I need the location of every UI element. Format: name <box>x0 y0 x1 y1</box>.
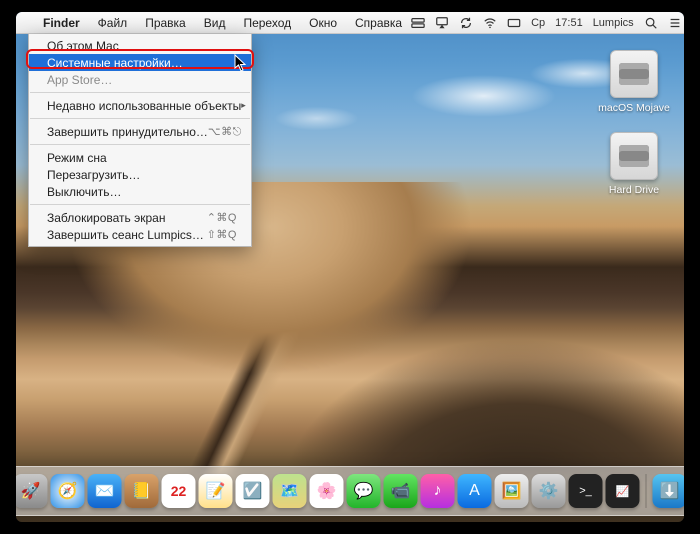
search-icon[interactable] <box>644 16 658 30</box>
menu-window[interactable]: Окно <box>300 12 346 33</box>
dock-appstore[interactable]: A <box>458 474 492 508</box>
menu-shutdown[interactable]: Выключить… <box>29 183 251 200</box>
menu-logout[interactable]: Завершить сеанс Lumpics…⇧⌘Q <box>29 226 251 243</box>
menu-sleep[interactable]: Режим сна <box>29 149 251 166</box>
apple-menu-dropdown: Об этом Mac Системные настройки… App Sto… <box>28 34 252 247</box>
dock-reminders[interactable]: ☑️ <box>236 474 270 508</box>
dock-safari[interactable]: 🧭 <box>51 474 85 508</box>
dock-calendar[interactable]: 22 <box>162 474 196 508</box>
menu-restart[interactable]: Перезагрузить… <box>29 166 251 183</box>
dock-launchpad[interactable]: 🚀 <box>16 474 48 508</box>
menu-help[interactable]: Справка <box>346 12 411 33</box>
drive-icon <box>610 50 658 98</box>
menu-bar-right: Ср 17:51 Lumpics <box>411 16 684 30</box>
menu-separator <box>30 118 250 119</box>
dock-activity[interactable]: 📈 <box>606 474 640 508</box>
notification-center-icon[interactable] <box>668 16 682 30</box>
menu-edit[interactable]: Правка <box>136 12 195 33</box>
apple-menu-button[interactable] <box>16 12 34 33</box>
dock-maps[interactable]: 🗺️ <box>273 474 307 508</box>
menu-separator <box>30 92 250 93</box>
dock-preview[interactable]: 🖼️ <box>495 474 529 508</box>
menu-app-store[interactable]: App Store… <box>29 71 251 88</box>
menu-separator <box>30 204 250 205</box>
dock-notes[interactable]: 📝 <box>199 474 233 508</box>
dock-facetime[interactable]: 📹 <box>384 474 418 508</box>
menu-about-mac[interactable]: Об этом Mac <box>29 37 251 54</box>
drive-icon <box>610 132 658 180</box>
dock-itunes[interactable]: ♪ <box>421 474 455 508</box>
disk-icon[interactable] <box>411 16 425 30</box>
shortcut-label: ⌃⌘Q <box>207 211 237 224</box>
menu-system-preferences[interactable]: Системные настройки… <box>29 54 251 71</box>
menu-bar: Finder Файл Правка Вид Переход Окно Спра… <box>16 12 684 34</box>
dock-contacts[interactable]: 📒 <box>125 474 159 508</box>
menu-file[interactable]: Файл <box>89 12 137 33</box>
app-menu[interactable]: Finder <box>34 12 89 33</box>
desktop-icon-mojave[interactable]: macOS Mojave <box>598 50 670 114</box>
menu-separator <box>30 144 250 145</box>
menu-go[interactable]: Переход <box>234 12 300 33</box>
shortcut-label: ⇧⌘Q <box>207 228 237 241</box>
mouse-cursor <box>234 54 248 77</box>
desktop-icon-label: macOS Mojave <box>598 102 670 114</box>
wifi-icon[interactable] <box>483 16 497 30</box>
shortcut-label: ⌥⌘⎋ <box>208 125 242 139</box>
dock-separator <box>646 474 647 508</box>
keyboard-icon[interactable] <box>507 16 521 30</box>
dock-terminal[interactable]: >_ <box>569 474 603 508</box>
menubar-time: 17:51 <box>555 17 583 29</box>
desktop-screen: Finder Файл Правка Вид Переход Окно Спра… <box>16 12 684 522</box>
menu-recent-items[interactable]: Недавно использованные объекты <box>29 97 251 114</box>
dock-messages[interactable]: 💬 <box>347 474 381 508</box>
dock-system-preferences[interactable]: ⚙️ <box>532 474 566 508</box>
dock-photos[interactable]: 🌸 <box>310 474 344 508</box>
menu-view[interactable]: Вид <box>195 12 235 33</box>
sync-icon[interactable] <box>459 16 473 30</box>
menu-lock-screen[interactable]: Заблокировать экран⌃⌘Q <box>29 209 251 226</box>
menu-bar-left: Finder Файл Правка Вид Переход Окно Спра… <box>16 12 411 33</box>
menu-force-quit[interactable]: Завершить принудительно…⌥⌘⎋ <box>29 123 251 140</box>
dock: 🙂🚀🧭✉️📒22📝☑️🗺️🌸💬📹♪A🖼️⚙️>_📈⬇️🗑️ <box>16 466 684 516</box>
dock-mail[interactable]: ✉️ <box>88 474 122 508</box>
desktop-icon-label: Hard Drive <box>598 184 670 196</box>
airplay-icon[interactable] <box>435 16 449 30</box>
dock-downloads[interactable]: ⬇️ <box>653 474 685 508</box>
desktop-icon-harddrive[interactable]: Hard Drive <box>598 132 670 196</box>
menubar-day: Ср <box>531 17 545 29</box>
menubar-user[interactable]: Lumpics <box>593 17 634 29</box>
